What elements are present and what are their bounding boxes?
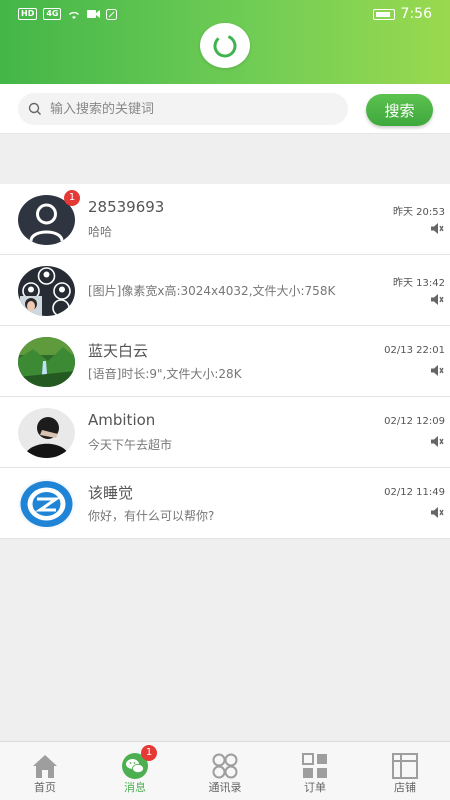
mute-icon [431,223,444,234]
chat-name: 该睡觉 [88,484,134,502]
landscape-photo-avatar [18,337,75,387]
app-header: HD 4G 7:56 [0,0,450,84]
nav-item-orders[interactable]: 订单 [270,742,360,800]
wifi-icon [69,11,80,19]
store-icon [392,753,418,779]
nav-label-store: 店铺 [394,781,416,794]
chat-time: 02/12 11:49 [384,487,445,498]
chat-time: 昨天 13:42 [393,278,445,289]
chat-preview: [语音]时长:9",文件大小:28K [88,367,242,381]
search-button[interactable]: 搜索 [366,94,433,126]
app-logo[interactable] [200,23,250,68]
chat-item[interactable]: 1 28539693 哈哈 昨天 20:53 [0,184,450,255]
nav-label-contacts: 通讯录 [208,781,242,794]
unread-badge: 1 [64,190,80,206]
mute-icon [431,436,444,447]
chat-item[interactable]: Ambition 今天下午去超市 02/12 12:09 [0,397,450,468]
chat-name: 28539693 [88,198,165,216]
chat-preview: 你好，有什么可以帮你? [88,509,215,523]
signal-4g-indicator: 4G [43,8,62,20]
search-icon [28,102,41,115]
search-input[interactable] [18,93,348,125]
chat-item[interactable]: [图片]像素宽x高:3024x4032,文件大小:758K 昨天 13:42 [0,255,450,326]
nav-item-contacts[interactable]: 通讯录 [180,742,270,800]
nav-label-messages: 消息 [124,781,146,794]
orders-icon [302,753,327,778]
chat-item[interactable]: 蓝天白云 [语音]时长:9",文件大小:28K 02/13 22:01 [0,326,450,397]
nav-item-messages[interactable]: 1 消息 [90,742,180,800]
chat-list: 1 28539693 哈哈 昨天 20:53 [图片]像素宽x高:3024x40… [0,184,450,539]
chat-name: Ambition [88,411,156,429]
network-hd-indicator: HD [18,8,38,20]
refresh-icon [213,34,237,57]
nav-item-store[interactable]: 店铺 [360,742,450,800]
mute-icon [431,507,444,518]
app-notification-icon [106,8,118,20]
battery-icon [372,8,395,20]
chat-time: 昨天 20:53 [393,207,445,218]
nav-label-home: 首页 [34,781,56,794]
mute-icon [431,294,444,305]
nav-item-home[interactable]: 首页 [0,742,90,800]
bottom-nav: 首页 1 消息 通讯录 订单 店铺 [0,741,450,800]
chat-name: 蓝天白云 [88,342,149,360]
chat-preview: 今天下午去超市 [88,438,173,452]
mute-icon [431,365,444,376]
chat-time: 02/12 12:09 [384,416,445,427]
nav-unread-badge: 1 [141,745,157,761]
clock: 7:56 [400,6,432,22]
person-photo-avatar [18,408,75,458]
home-icon [33,755,57,778]
chat-preview: 哈哈 [88,225,113,239]
nav-label-orders: 订单 [304,781,326,794]
blue-logo-avatar [18,479,75,529]
chat-time: 02/13 22:01 [384,345,445,356]
chat-preview: [图片]像素宽x高:3024x4032,文件大小:758K [88,284,336,298]
chat-item[interactable]: 该睡觉 你好，有什么可以帮你? 02/12 11:49 [0,468,450,539]
video-icon [87,10,101,18]
contacts-icon [212,753,238,779]
group-avatar [18,266,75,316]
